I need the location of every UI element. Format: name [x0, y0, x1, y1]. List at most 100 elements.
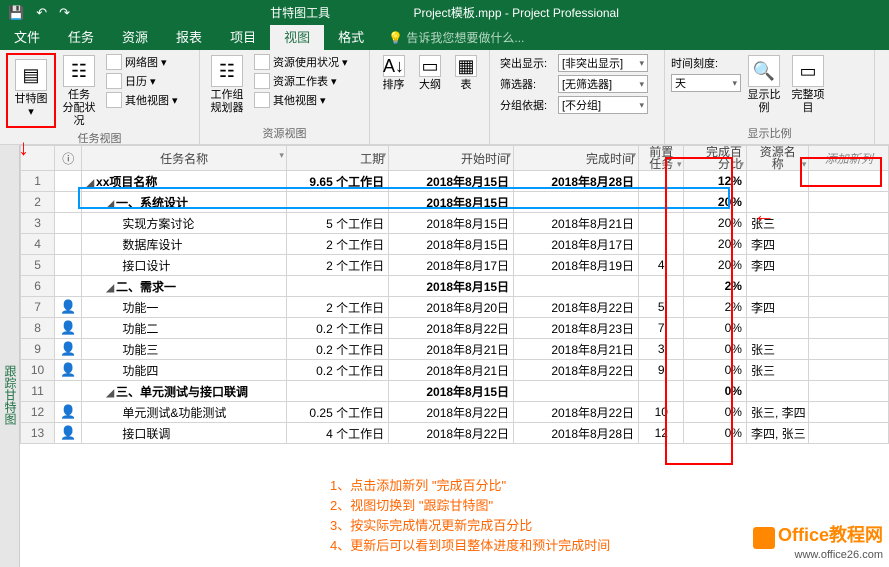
res-cell[interactable]: 张三 [746, 339, 808, 360]
new-cell[interactable] [809, 423, 889, 444]
pred-cell[interactable] [639, 171, 684, 192]
pred-cell[interactable] [639, 192, 684, 213]
tell-me[interactable]: 💡 告诉我您想要做什么... [378, 25, 534, 50]
res-cell[interactable]: 李四 [746, 255, 808, 276]
row-number[interactable]: 12 [21, 402, 55, 423]
table-row[interactable]: 10👤功能四0.2 个工作日2018年8月21日2018年8月22日90%张三 [21, 360, 889, 381]
pct-cell[interactable]: 20% [684, 213, 746, 234]
new-cell[interactable] [809, 339, 889, 360]
info-cell[interactable] [55, 171, 82, 192]
duration-cell[interactable]: 2 个工作日 [286, 255, 388, 276]
pred-cell[interactable]: 4 [639, 255, 684, 276]
zoom-button[interactable]: 🔍显示比例 [743, 53, 785, 123]
table-row[interactable]: 5接口设计2 个工作日2018年8月17日2018年8月19日420%李四 [21, 255, 889, 276]
new-cell[interactable] [809, 171, 889, 192]
new-cell[interactable] [809, 234, 889, 255]
resource-sheet-button[interactable]: 资源工作表 ▾ [250, 72, 352, 90]
finish-cell[interactable]: 2018年8月22日 [514, 360, 639, 381]
task-name-cell[interactable]: 单元测试&功能测试 [82, 402, 287, 423]
tab-report[interactable]: 报表 [162, 23, 216, 50]
filter-combo[interactable]: [无筛选器]▾ [558, 75, 648, 93]
pred-cell[interactable]: 10 [639, 402, 684, 423]
sort-button[interactable]: A↓排序 [377, 53, 411, 92]
tab-project[interactable]: 项目 [216, 23, 270, 50]
info-cell[interactable] [55, 234, 82, 255]
pct-cell[interactable]: 2% [684, 276, 746, 297]
duration-cell[interactable] [286, 276, 388, 297]
finish-cell[interactable] [514, 381, 639, 402]
start-cell[interactable]: 2018年8月21日 [389, 360, 514, 381]
res-cell[interactable]: 李四 [746, 234, 808, 255]
finish-cell[interactable]: 2018年8月28日 [514, 423, 639, 444]
row-number[interactable]: 1 [21, 171, 55, 192]
res-cell[interactable] [746, 318, 808, 339]
row-number[interactable]: 7 [21, 297, 55, 318]
task-name-cell[interactable]: ◢三、单元测试与接口联调 [82, 381, 287, 402]
duration-cell[interactable]: 0.25 个工作日 [286, 402, 388, 423]
res-cell[interactable]: 李四 [746, 297, 808, 318]
table-row[interactable]: 1◢xx项目名称9.65 个工作日2018年8月15日2018年8月28日12% [21, 171, 889, 192]
duration-cell[interactable]: 0.2 个工作日 [286, 318, 388, 339]
table-row[interactable]: 9👤功能三0.2 个工作日2018年8月21日2018年8月21日30%张三 [21, 339, 889, 360]
tab-resource[interactable]: 资源 [108, 23, 162, 50]
info-cell[interactable]: 👤 [55, 339, 82, 360]
duration-cell[interactable] [286, 192, 388, 213]
timescale-combo[interactable]: 天▾ [671, 74, 741, 92]
finish-cell[interactable]: 2018年8月17日 [514, 234, 639, 255]
finish-cell[interactable]: 2018年8月22日 [514, 402, 639, 423]
task-name-cell[interactable]: 功能三 [82, 339, 287, 360]
new-cell[interactable] [809, 360, 889, 381]
new-cell[interactable] [809, 255, 889, 276]
res-cell[interactable]: 李四, 张三 [746, 423, 808, 444]
pred-cell[interactable]: 3 [639, 339, 684, 360]
duration-cell[interactable]: 2 个工作日 [286, 297, 388, 318]
resource-other-button[interactable]: 其他视图 ▾ [250, 91, 352, 109]
highlight-combo[interactable]: [非突出显示]▾ [558, 54, 648, 72]
new-cell[interactable] [809, 381, 889, 402]
new-cell[interactable] [809, 213, 889, 234]
pct-cell[interactable]: 20% [684, 234, 746, 255]
start-cell[interactable]: 2018年8月15日 [389, 381, 514, 402]
start-cell[interactable]: 2018年8月22日 [389, 318, 514, 339]
whole-project-button[interactable]: ▭完整项目 [787, 53, 829, 123]
pct-cell[interactable]: 0% [684, 423, 746, 444]
redo-icon[interactable]: ↷ [59, 5, 70, 21]
pred-cell[interactable] [639, 234, 684, 255]
pct-cell[interactable]: 20% [684, 192, 746, 213]
info-cell[interactable]: 👤 [55, 360, 82, 381]
row-number[interactable]: 3 [21, 213, 55, 234]
calendar-button[interactable]: 日历 ▾ [102, 72, 182, 90]
gantt-chart-button[interactable]: ▤ 甘特图▾ [10, 57, 52, 119]
tables-button[interactable]: ▦表 [449, 53, 483, 92]
finish-cell[interactable]: 2018年8月21日 [514, 213, 639, 234]
start-cell[interactable]: 2018年8月22日 [389, 423, 514, 444]
pct-cell[interactable]: 0% [684, 360, 746, 381]
res-cell[interactable] [746, 381, 808, 402]
start-cell[interactable]: 2018年8月15日 [389, 276, 514, 297]
pred-cell[interactable]: 5 [639, 297, 684, 318]
table-row[interactable]: 7👤功能一2 个工作日2018年8月20日2018年8月22日52%李四 [21, 297, 889, 318]
table-row[interactable]: 4数据库设计2 个工作日2018年8月15日2018年8月17日20%李四 [21, 234, 889, 255]
info-cell[interactable]: 👤 [55, 318, 82, 339]
res-cell[interactable] [746, 171, 808, 192]
pred-cell[interactable] [639, 213, 684, 234]
table-row[interactable]: 13👤接口联调4 个工作日2018年8月22日2018年8月28日120%李四,… [21, 423, 889, 444]
finish-cell[interactable] [514, 192, 639, 213]
table-row[interactable]: 6◢二、需求一2018年8月15日2% [21, 276, 889, 297]
col-resources[interactable]: 资源名 称▾ [746, 146, 808, 171]
task-usage-button[interactable]: ☷ 任务 分配状况 [58, 53, 100, 128]
tab-task[interactable]: 任务 [54, 23, 108, 50]
start-cell[interactable]: 2018年8月17日 [389, 255, 514, 276]
col-info[interactable]: ⓘ [55, 146, 82, 171]
network-diagram-button[interactable]: 网络图 ▾ [102, 53, 182, 71]
pct-cell[interactable]: 0% [684, 318, 746, 339]
info-cell[interactable] [55, 276, 82, 297]
new-cell[interactable] [809, 318, 889, 339]
finish-cell[interactable]: 2018年8月23日 [514, 318, 639, 339]
start-cell[interactable]: 2018年8月15日 [389, 192, 514, 213]
undo-icon[interactable]: ↶ [36, 5, 47, 21]
task-name-cell[interactable]: ◢xx项目名称 [82, 171, 287, 192]
resource-usage-button[interactable]: 资源使用状况 ▾ [250, 53, 352, 71]
duration-cell[interactable]: 2 个工作日 [286, 234, 388, 255]
duration-cell[interactable]: 9.65 个工作日 [286, 171, 388, 192]
